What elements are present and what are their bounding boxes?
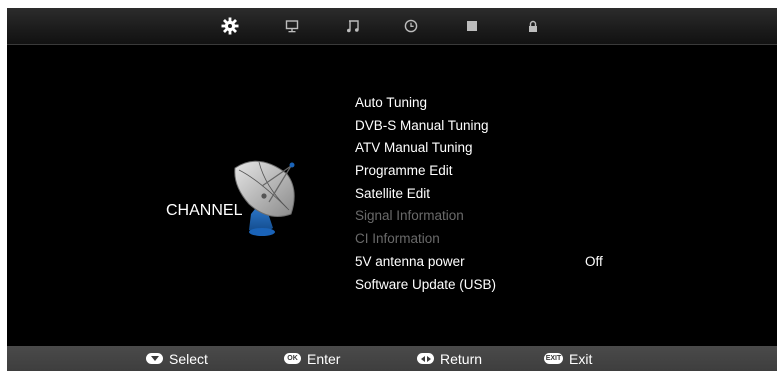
channel-menu: Auto Tuning DVB-S Manual Tuning ATV Manu… [355,92,625,296]
menu-item-label: Satellite Edit [355,185,431,201]
clock-icon [404,19,418,33]
hint-enter: OK Enter [284,346,340,371]
square-icon [467,21,477,31]
top-tab-bar [7,8,777,45]
exit-key-icon: EXIT [544,353,563,364]
tab-bar-divider [7,44,777,45]
tab-time[interactable] [401,16,421,36]
hint-select: Select [146,346,208,371]
menu-item-label: DVB-S Manual Tuning [355,117,489,133]
tab-picture[interactable] [282,16,302,36]
menu-item-dvbs-manual-tuning[interactable]: DVB-S Manual Tuning [355,115,625,138]
menu-item-label: Programme Edit [355,163,453,179]
hint-return-label: Return [440,350,483,367]
left-right-arrow-key-icon [417,353,434,364]
hint-exit: EXIT Exit [544,346,592,371]
menu-item-ci-information: CI Information [355,228,625,251]
music-note-icon [347,20,359,33]
gear-icon [221,17,239,35]
tab-sound[interactable] [343,16,363,36]
menu-item-auto-tuning[interactable]: Auto Tuning [355,92,625,115]
antenna-power-value[interactable]: Off [585,251,603,274]
satellite-dish-icon [234,160,295,236]
down-arrow-key-icon [146,353,163,364]
menu-item-label: Software Update (USB) [355,276,497,292]
menu-item-label: ATV Manual Tuning [355,140,473,156]
ok-key-icon: OK [284,353,301,364]
menu-item-signal-information: Signal Information [355,205,625,228]
hint-exit-label: Exit [569,350,593,367]
monitor-icon [285,19,299,32]
tab-lock[interactable] [523,16,543,36]
section-title: CHANNEL [166,202,243,219]
menu-item-5v-antenna-power[interactable]: 5V antenna power Off [355,251,625,274]
hint-return: Return [417,346,482,371]
menu-item-label: CI Information [355,231,440,247]
tv-menu-screen: CHANNEL Auto Tuning DVB-S Manual Tuning … [7,8,777,371]
footer-hint-bar: Select OK Enter Return EXIT Exit [7,346,777,371]
hint-select-label: Select [169,350,208,367]
menu-item-atv-manual-tuning[interactable]: ATV Manual Tuning [355,137,625,160]
menu-item-programme-edit[interactable]: Programme Edit [355,160,625,183]
tab-channel[interactable] [220,16,240,36]
menu-item-satellite-edit[interactable]: Satellite Edit [355,183,625,206]
hint-enter-label: Enter [307,350,341,367]
tab-option[interactable] [462,16,482,36]
menu-item-label: Auto Tuning [355,95,428,110]
menu-item-label: Signal Information [355,208,464,224]
lock-icon [529,20,537,32]
menu-item-label: 5V antenna power [355,253,465,269]
menu-item-software-update-usb[interactable]: Software Update (USB) [355,274,625,297]
